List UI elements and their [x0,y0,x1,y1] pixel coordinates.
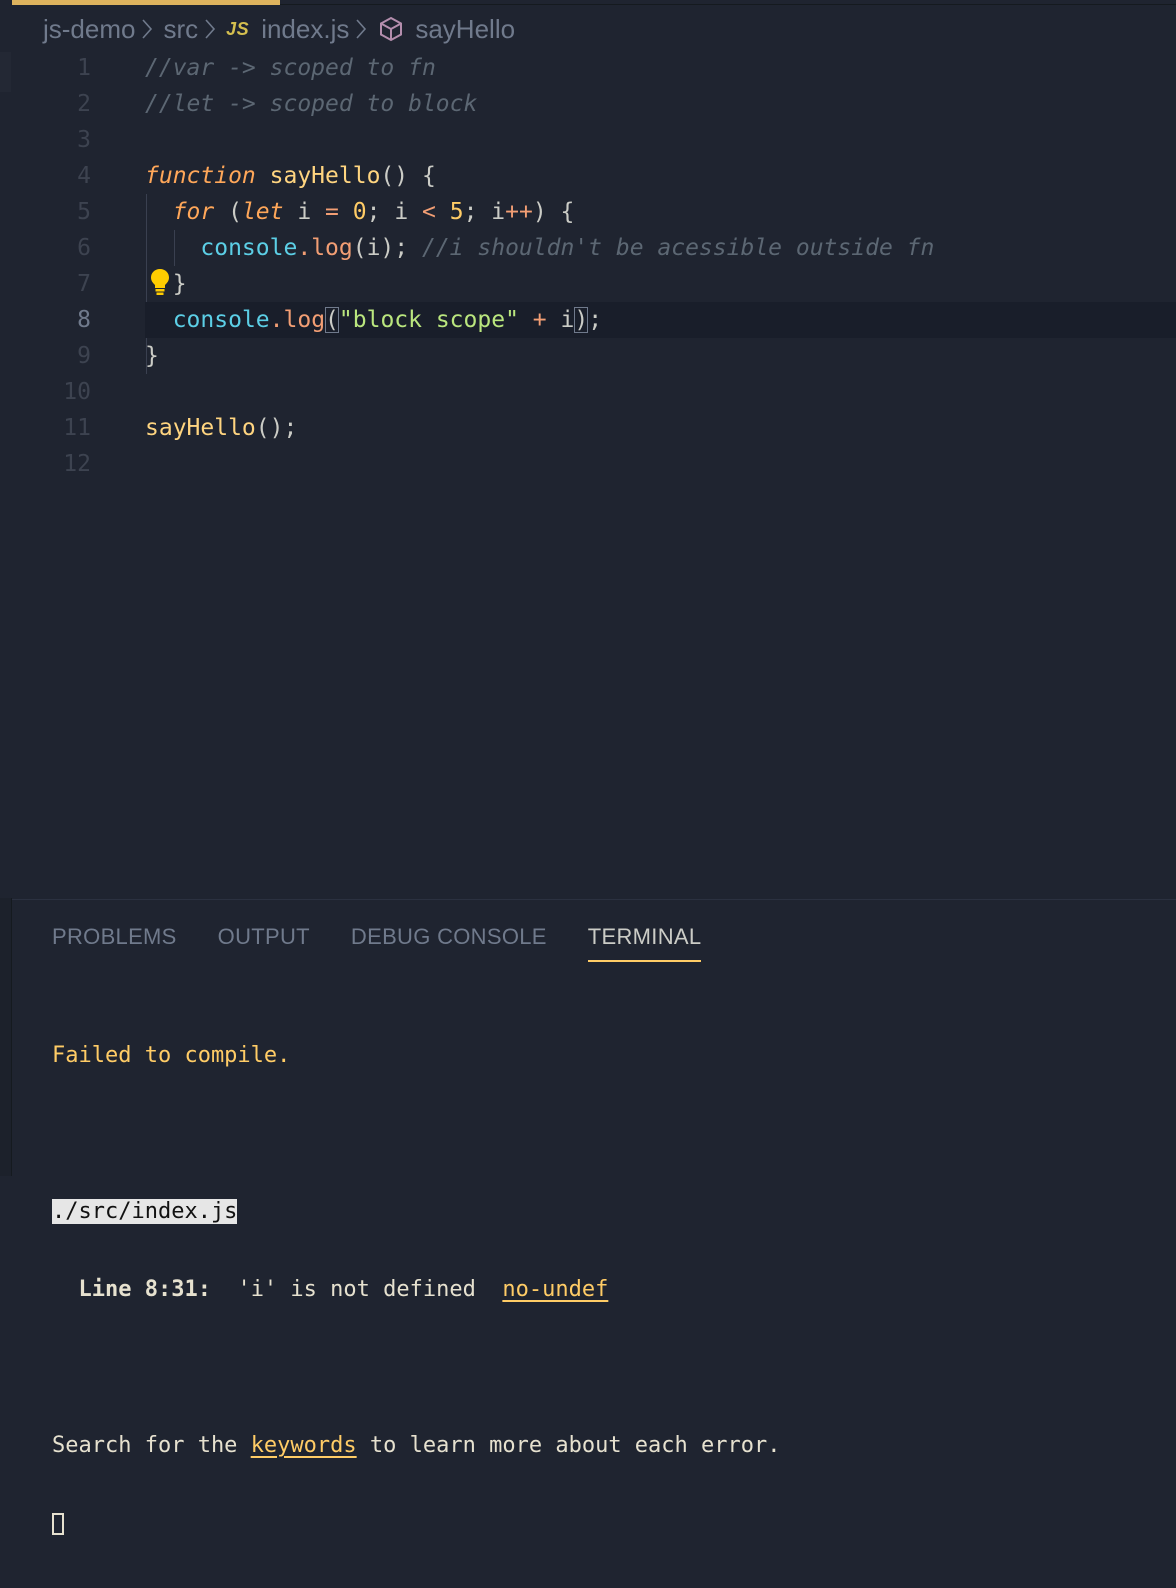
object-name: console [200,235,298,261]
punctuation: ; i [463,199,506,225]
code-line[interactable]: 12 [0,446,1176,482]
punctuation: (i); [352,235,422,261]
terminal-keywords-link[interactable]: keywords [251,1433,357,1458]
method-name: log [311,235,353,261]
code-line[interactable]: 3 [0,122,1176,158]
terminal-line-ref: Line 8:31: [52,1277,211,1302]
terminal-error-message: 'i' is not defined [210,1277,503,1302]
chevron-right-icon [141,18,153,40]
chevron-right-icon [355,18,367,40]
punctuation: . [297,235,312,261]
terminal-hint-text: to learn more about each error. [356,1433,781,1458]
code-line[interactable]: 7 } [0,266,1176,302]
tab-debug-console[interactable]: DEBUG CONSOLE [351,924,547,962]
punctuation: } [145,343,159,369]
object-name: console [172,307,270,333]
code-line[interactable]: 1 //var -> scoped to fn [0,50,1176,86]
terminal-hint-text: Search for the [52,1433,251,1458]
operator: ++ [505,199,533,225]
line-number: 4 [77,163,91,189]
code-line[interactable]: 4 function sayHello() { [0,158,1176,194]
keyword: for [172,199,215,225]
line-number: 12 [63,451,91,477]
function-name: sayHello [269,163,381,189]
keyword: let [241,199,284,225]
terminal-rule-link[interactable]: no-undef [502,1277,608,1302]
lightbulb-icon[interactable] [150,268,170,301]
code-line-current[interactable]: 8 console.log("block scope" + i); [0,302,1176,338]
js-file-icon: JS [226,18,250,39]
punctuation [436,199,450,225]
tab-problems[interactable]: PROBLEMS [52,924,177,962]
comment: //var -> scoped to fn [145,55,436,81]
line-number: 9 [77,343,91,369]
bracket-match: ) [574,307,589,333]
breadcrumb-subfolder[interactable]: src [163,14,198,45]
line-number: 5 [77,199,91,225]
punctuation [339,199,353,225]
breadcrumb: js-demo src JS index.js sayHello [43,12,521,46]
punctuation: } [172,271,187,297]
code-editor[interactable]: 1 //var -> scoped to fn 2 //let -> scope… [0,50,1176,482]
line-number: 7 [77,271,91,297]
bottom-panel: PROBLEMS OUTPUT DEBUG CONSOLE TERMINAL F… [12,899,1176,1535]
panel-tabs: PROBLEMS OUTPUT DEBUG CONSOLE TERMINAL [52,924,742,962]
punctuation: ( [214,199,242,225]
code-line[interactable]: 9 } [0,338,1176,374]
code-line[interactable]: 10 [0,374,1176,410]
variable: i [546,307,575,333]
comment: //i shouldn't be acessible outside fn [421,235,935,261]
bracket-match: ( [325,307,339,333]
method-name: log [283,307,326,333]
operator: + [532,307,547,333]
line-number: 11 [63,415,91,441]
code-line[interactable]: 2 //let -> scoped to block [0,86,1176,122]
line-number: 2 [77,91,91,117]
line-number: 1 [77,55,91,81]
punctuation: i [283,199,326,225]
punctuation: (); [255,415,298,441]
terminal-output[interactable]: Failed to compile. ./src/index.js Line 8… [52,992,781,1588]
function-call: sayHello [145,415,256,441]
string: "block scope" [338,307,519,333]
punctuation: () { [380,163,436,189]
tab-terminal[interactable]: TERMINAL [587,924,702,962]
operator: = [325,199,339,225]
tab-output[interactable]: OUTPUT [218,924,310,962]
breadcrumb-folder[interactable]: js-demo [43,14,135,45]
editor-area[interactable]: js-demo src JS index.js sayHello 1 //var… [0,0,1176,898]
line-number: 10 [63,379,91,405]
comment: //let -> scoped to block [145,91,478,117]
punctuation [519,307,533,333]
number: 5 [449,199,464,225]
operator: < [422,199,436,225]
number: 0 [352,199,367,225]
punctuation: . [269,307,284,333]
terminal-cursor [52,1513,64,1535]
line-number: 8 [77,307,91,333]
line-number: 3 [77,127,91,153]
terminal-file-path: ./src/index.js [52,1199,238,1224]
breadcrumb-file[interactable]: index.js [261,14,349,45]
punctuation: ) { [532,199,575,225]
punctuation: ; i [366,199,423,225]
code-line[interactable]: 6 console.log(i); //i shouldn't be acess… [0,230,1176,266]
tab-bar-border [280,4,1176,5]
cube-icon [377,15,405,43]
code-line[interactable]: 11 sayHello(); [0,410,1176,446]
terminal-error-title: Failed to compile. [52,1043,291,1068]
line-number: 6 [77,235,91,261]
active-tab-indicator [12,0,280,5]
code-line[interactable]: 5 for (let i = 0; i < 5; i++) { [0,194,1176,230]
breadcrumb-symbol[interactable]: sayHello [415,14,515,45]
keyword: function [145,163,256,189]
punctuation: ; [588,307,603,333]
chevron-right-icon [204,18,216,40]
